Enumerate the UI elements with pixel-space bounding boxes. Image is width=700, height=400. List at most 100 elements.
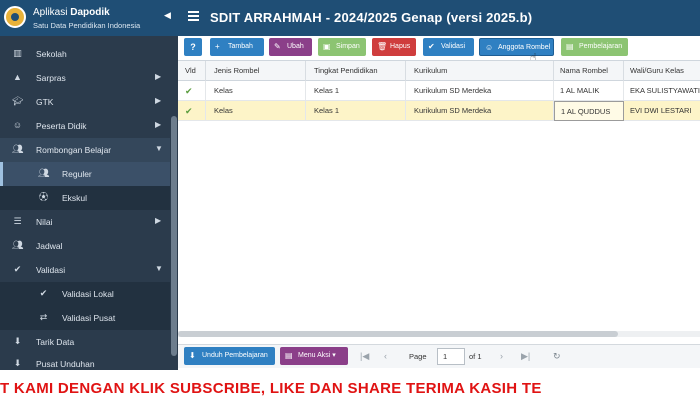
anggota-rombel-button[interactable]: ☺ Anggota Rombel [479,38,554,56]
sidebar-item-gtk[interactable]: 🎓︎ GTK ▶ [0,90,170,114]
cell-tingkat-pendidikan: Kelas 1 [306,101,406,121]
menu-icon: ▤ [285,351,293,360]
users-icon: 👥︎ [12,240,24,250]
sidebar-item-label: Pusat Unduhan [36,359,95,369]
menu-aksi-label: Menu Aksi [298,352,331,359]
valid-check-icon: ✔ [178,101,206,121]
column-header-jenis-rombel[interactable]: Jenis Rombel [206,61,306,81]
sidebar-item-sarpras[interactable]: ▲ Sarpras ▶ [0,66,170,90]
check-icon: ✔ [39,288,48,298]
horizontal-scrollbar-thumb[interactable] [178,331,618,337]
page-number-input[interactable]: 1 [437,348,465,365]
toolbar: ? + Tambah ✎ Ubah ▣ Simpan 🗑︎ Hapus ✔ Validas… [178,36,700,60]
graduation-cap-icon: 🎓︎ [12,96,24,106]
cell-kurikulum: Kurikulum SD Merdeka [406,101,554,121]
collapse-sidebar-icon[interactable]: ◀ [164,10,171,21]
anggota-rombel-label: Anggota Rombel [498,44,551,51]
first-page-icon[interactable]: |◀ [360,348,369,364]
prev-page-icon[interactable]: ‹ [384,348,387,364]
column-header-vld[interactable]: Vld [178,61,206,81]
cell-nama-rombel: 1 AL MALIK [554,81,624,101]
horizontal-scrollbar[interactable] [178,331,700,337]
sidebar-item-validasi-pusat[interactable]: ⇄ Validasi Pusat [0,306,170,330]
unduh-label: Unduh Pembelajaran [202,352,268,359]
validasi-button[interactable]: ✔ Validasi [423,38,474,56]
sidebar-item-label: Sekolah [36,49,67,59]
page-title: SDIT ARRAHMAH - 2024/2025 Genap (versi 2… [210,10,533,25]
table-row-selected[interactable]: ✔ Kelas Kelas 1 Kurikulum SD Merdeka 1 A… [178,101,700,121]
cell-jenis-rombel: Kelas [206,101,306,121]
chevron-right-icon: ▶ [155,96,162,105]
chevron-right-icon: ▶ [155,216,162,225]
sidebar-item-validasi[interactable]: ✔ Validasi ▼ [0,258,170,282]
table-row[interactable]: ✔ Kelas Kelas 1 Kurikulum SD Merdeka 1 A… [178,81,700,101]
simpan-button[interactable]: ▣ Simpan [318,38,366,56]
column-header-nama-rombel[interactable]: Nama Rombel [554,61,624,81]
column-header-kurikulum[interactable]: Kurikulum [406,61,554,81]
pembelajaran-button[interactable]: ▤ Pembelajaran [561,38,628,56]
cell-wali-guru-kelas: EVI DWI LESTARI [630,106,692,115]
sync-icon: ⇄ [39,312,48,322]
brand-prefix: Aplikasi [33,7,71,18]
sidebar-item-label: Reguler [62,169,92,179]
sidebar-item-jadwal[interactable]: 👥︎ Jadwal [0,234,170,258]
pencil-icon: ✎ [274,42,281,51]
soccer-ball-icon: ⚽︎ [38,192,48,202]
download-icon: ⬇ [13,358,22,368]
hamburger-menu-icon[interactable] [188,11,199,21]
paging-toolbar: ⬇ Unduh Pembelajaran ▤ Menu Aksi ▾ |◀ ‹ Pa… [178,344,700,368]
help-button[interactable]: ? [184,38,202,56]
page-label: Page [409,352,427,361]
app-window: Aplikasi Dapodik Satu Data Pendidikan In… [0,0,700,400]
last-page-icon[interactable]: ▶| [521,348,530,364]
sidebar-item-peserta-didik[interactable]: ☺ Peserta Didik ▶ [0,114,170,138]
sidebar-item-label: Validasi [36,265,66,275]
next-page-icon[interactable]: › [500,348,503,364]
sidebar-item-label: Validasi Lokal [62,289,114,299]
brand-name: Dapodik [70,7,110,18]
sidebar-item-label: Rombongan Belajar [36,145,112,155]
check-icon: ✔ [13,264,22,274]
chevron-down-icon: ▼ [155,144,163,153]
subscribe-banner: T KAMI DENGAN KLIK SUBSCRIBE, LIKE DAN S… [0,378,700,400]
list-icon: ☰ [13,216,22,226]
sidebar-item-tarik-data[interactable]: ⬇ Tarik Data [0,330,170,354]
hapus-button[interactable]: 🗑︎ Hapus [372,38,416,56]
app-subtitle: Satu Data Pendidikan Indonesia [33,21,141,30]
tambah-label: Tambah [228,43,253,50]
tambah-button[interactable]: + Tambah [210,38,264,56]
sidebar-item-sekolah[interactable]: ▥ Sekolah [0,42,170,66]
smiley-icon: ☺ [485,43,494,52]
download-arrow-icon: ⬇ [13,336,22,346]
sidebar-item-label: Ekskul [62,193,88,203]
chevron-down-icon: ▼ [155,264,163,273]
book-icon: ▤ [566,42,574,51]
sidebar-item-label: Tarik Data [36,337,75,347]
download-icon: ⬇ [189,351,196,360]
sidebar-item-ekskul[interactable]: ⚽︎ Ekskul [0,186,170,210]
ubah-label: Ubah [287,43,304,50]
building-icon: ▥ [13,48,22,58]
refresh-icon[interactable]: ↻ [553,348,561,364]
sidebar-item-validasi-lokal[interactable]: ✔ Validasi Lokal [0,282,170,306]
dapodik-logo [4,6,26,28]
sidebar-item-nilai[interactable]: ☰ Nilai ▶ [0,210,170,234]
cell-kurikulum: Kurikulum SD Merdeka [406,81,554,101]
menu-aksi-button[interactable]: ▤ Menu Aksi ▾ [280,347,348,365]
ubah-button[interactable]: ✎ Ubah [269,38,312,56]
sidebar-scrollbar[interactable] [171,116,177,356]
trash-icon: 🗑︎ [377,42,388,51]
sidebar-item-rombongan-belajar[interactable]: 👥︎ Rombongan Belajar ▼ [0,138,170,162]
plus-icon: + [215,42,220,51]
simpan-label: Simpan [336,43,360,50]
column-header-wali-guru-kelas[interactable]: Wali/Guru Kelas [624,61,700,81]
rombel-grid: Vld Jenis Rombel Tingkat Pendidikan Kuri… [178,60,700,344]
cell-nama-rombel-editor[interactable]: 1 AL QUDDUS [554,101,624,121]
sidebar-item-reguler[interactable]: 👥︎ Reguler [0,162,170,186]
sidebar-item-label: Sarpras [36,73,66,83]
cell-tingkat-pendidikan: Kelas 1 [306,81,406,101]
unduh-pembelajaran-button[interactable]: ⬇ Unduh Pembelajaran [184,347,275,365]
grid-header: Vld Jenis Rombel Tingkat Pendidikan Kuri… [178,61,700,81]
column-header-tingkat-pendidikan[interactable]: Tingkat Pendidikan [306,61,406,81]
cell-jenis-rombel: Kelas [206,81,306,101]
